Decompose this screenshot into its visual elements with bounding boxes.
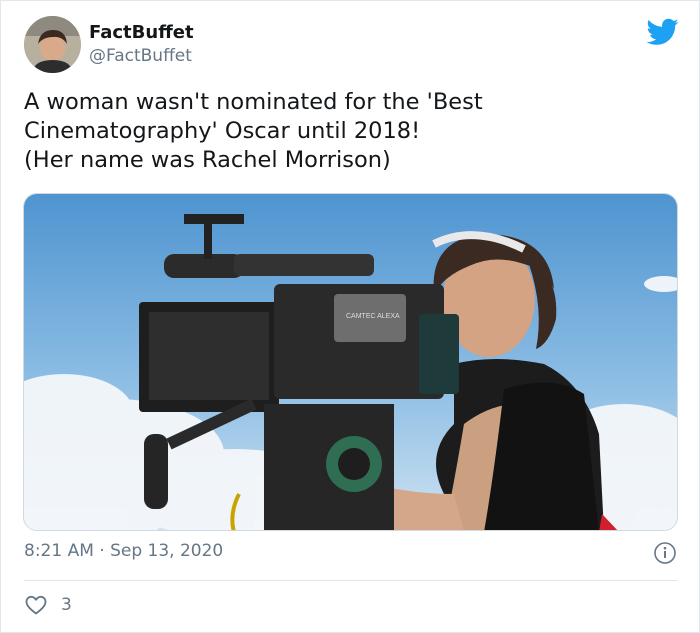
- username-handle[interactable]: @FactBuffet: [89, 46, 192, 66]
- tweet-text-line: (Her name was Rachel Morrison): [24, 147, 391, 173]
- twitter-bird-icon[interactable]: [647, 18, 679, 46]
- tweet-text: A woman wasn't nominated for the 'Best C…: [24, 88, 664, 175]
- photo-cinematographer-with-camera: CAMTEC ALEXA: [24, 194, 677, 530]
- display-name[interactable]: FactBuffet: [89, 22, 194, 43]
- avatar-image: [24, 16, 81, 73]
- tweet-timestamp[interactable]: 8:21 AM · Sep 13, 2020: [24, 541, 223, 561]
- info-icon[interactable]: [653, 541, 677, 565]
- tweet-card: FactBuffet @FactBuffet A woman wasn't no…: [0, 0, 700, 633]
- heart-icon[interactable]: [24, 593, 48, 617]
- like-count: 3: [61, 595, 72, 615]
- camera-brand-plate: CAMTEC ALEXA: [346, 313, 400, 320]
- divider: [24, 580, 678, 581]
- tweet-text-line: Cinematography' Oscar until 2018!: [24, 118, 421, 144]
- tweet-text-line: A woman wasn't nominated for the 'Best: [24, 89, 483, 115]
- tweet-photo[interactable]: CAMTEC ALEXA: [23, 193, 678, 531]
- avatar[interactable]: [24, 16, 81, 73]
